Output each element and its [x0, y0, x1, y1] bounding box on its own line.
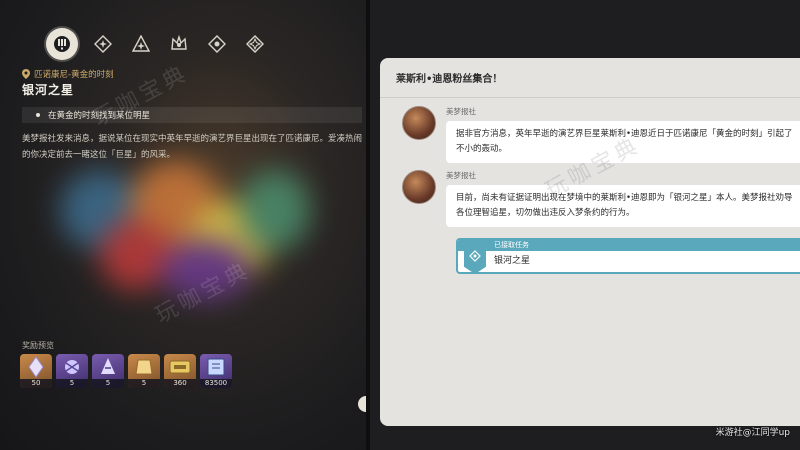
task-name: 银河之星: [494, 256, 531, 266]
diamond-dot-icon: [208, 35, 226, 53]
quest-description: 美梦报社发来消息，据说某位在现实中英年早逝的演艺界巨星出现在了匹诺康尼。爱凑热闹…: [22, 134, 363, 160]
crown-star-icon: [171, 35, 187, 50]
reward-count: 50: [20, 379, 52, 388]
message-panel: 莱斯利•迪恩粉丝集合！ 美梦报社 据非官方消息，英年早逝的演艺界巨星莱斯利•迪恩…: [370, 0, 800, 450]
reward-count: 5: [56, 379, 88, 388]
tab-category-2[interactable]: [90, 31, 116, 57]
tab-quest-alert[interactable]: [46, 28, 78, 60]
exp-book-icon: [207, 358, 225, 376]
location-pin-icon: [22, 69, 30, 79]
reward-count: 83500: [200, 379, 232, 388]
tab-category-4[interactable]: [166, 31, 192, 57]
reward-item[interactable]: 5: [56, 354, 88, 388]
tab-category-3[interactable]: [128, 31, 154, 57]
background-scene: [40, 150, 340, 320]
chat-title: 莱斯利•迪恩粉丝集合！: [380, 58, 800, 98]
objective-text: 在黄金的时刻找到某位明星: [48, 111, 151, 121]
material-icon: [65, 360, 79, 374]
reward-item[interactable]: 360: [164, 354, 196, 388]
message-bubble: 据非官方消息，英年早逝的演艺界巨星莱斯利•迪恩近日于匹诺康尼「黄金的时刻」引起了…: [446, 121, 800, 163]
quest-title: 银河之星: [22, 83, 75, 97]
location-text: 匹诺康尼-黄金的时刻: [34, 70, 114, 80]
task-badge-icon: [464, 240, 486, 272]
purple-material-icon: [101, 358, 115, 374]
tab-category-5[interactable]: [204, 31, 230, 57]
reward-count: 360: [164, 379, 196, 388]
rewards-list: 50 5 5 5 360 83500: [20, 354, 232, 388]
mission-tabs: [46, 28, 268, 60]
quest-location: 匹诺康尼-黄金的时刻: [22, 68, 114, 80]
reward-item[interactable]: 83500: [200, 354, 232, 388]
reward-count: 5: [128, 379, 160, 388]
message-sender: 美梦报社: [446, 107, 476, 116]
quest-objective[interactable]: 在黄金的时刻找到某位明星: [22, 107, 362, 123]
game-screen: 匹诺康尼-黄金的时刻 银河之星 在黄金的时刻找到某位明星 美梦报社发来消息，据说…: [0, 0, 800, 450]
message-sender: 美梦报社: [446, 171, 476, 180]
message-bubble: 目前，尚未有证据证明出现在梦境中的莱斯利•迪恩即为「银河之星」本人。美梦报社劝导…: [446, 185, 800, 227]
gold-material-icon: [135, 359, 153, 375]
reward-item[interactable]: 50: [20, 354, 52, 388]
diamond-star-icon: [94, 35, 112, 53]
reward-item[interactable]: 5: [128, 354, 160, 388]
chat-card: 莱斯利•迪恩粉丝集合！ 美梦报社 据非官方消息，英年早逝的演艺界巨星莱斯利•迪恩…: [380, 58, 800, 426]
chat-message: 美梦报社 目前，尚未有证据证明出现在梦境中的莱斯利•迪恩即为「银河之星」本人。美…: [402, 170, 800, 227]
triangle-star-icon: [132, 35, 150, 52]
accepted-task-card[interactable]: 已接取任务 银河之星: [456, 238, 800, 274]
chat-message: 美梦报社 据非官方消息，英年早逝的演艺界巨星莱斯利•迪恩近日于匹诺康尼「黄金的时…: [402, 106, 800, 163]
avatar[interactable]: [402, 170, 436, 204]
reward-count: 5: [92, 379, 124, 388]
diamond-star-icon-2: [246, 35, 264, 53]
tab-category-6[interactable]: [242, 31, 268, 57]
reward-item[interactable]: 5: [92, 354, 124, 388]
credit-ticket-icon: [169, 360, 191, 374]
objective-bullet-icon: [36, 113, 40, 117]
quest-alert-icon: [54, 36, 70, 52]
task-status-label: 已接取任务: [458, 240, 800, 251]
rewards-label: 奖励预览: [22, 341, 54, 350]
credit-text: 米游社@江同学up: [715, 428, 790, 438]
quest-detail-panel: 匹诺康尼-黄金的时刻 银河之星 在黄金的时刻找到某位明星 美梦报社发来消息，据说…: [0, 0, 366, 450]
avatar[interactable]: [402, 106, 436, 140]
stellar-jade-icon: [28, 356, 44, 378]
